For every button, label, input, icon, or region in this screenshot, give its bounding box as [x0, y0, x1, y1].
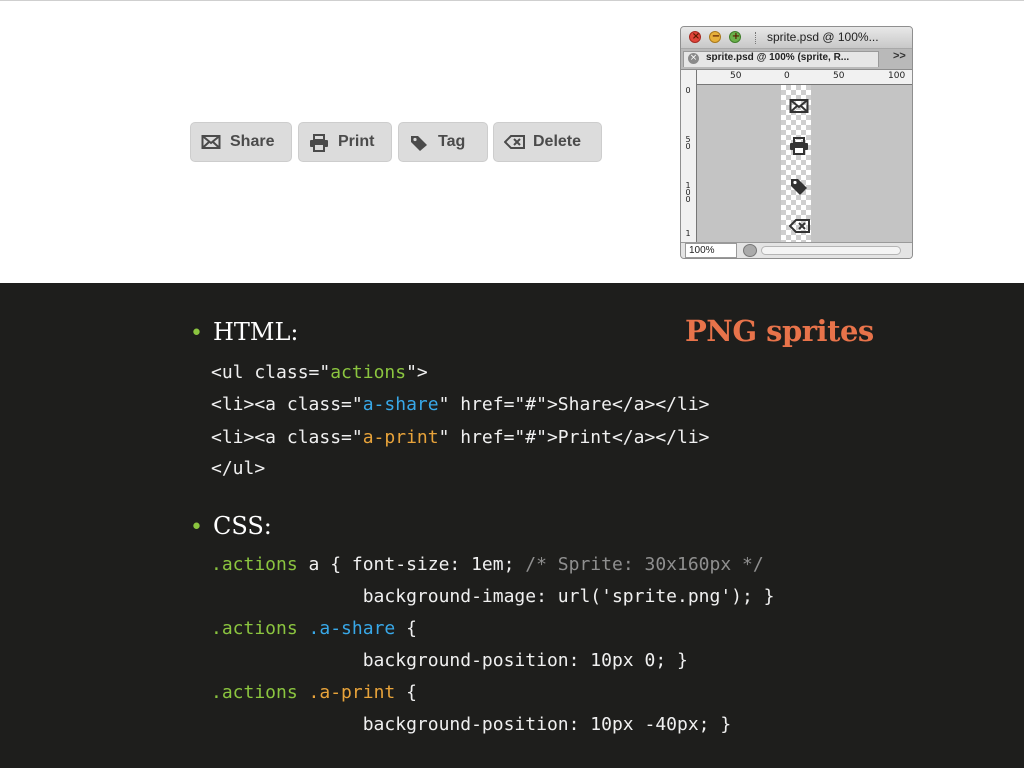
html-bullet: • HTML: — [190, 318, 299, 346]
slide-title: PNG sprites — [685, 314, 874, 348]
share-button[interactable]: Share — [190, 122, 292, 162]
minimize-window-button[interactable]: − — [709, 31, 721, 43]
vertical-ruler[interactable]: 0 50 100 1 — [681, 70, 697, 242]
plus-icon: + — [731, 31, 741, 42]
ruler-label: 0 — [784, 71, 790, 81]
print-button[interactable]: Print — [298, 122, 392, 162]
ruler-label: 100 — [888, 71, 906, 81]
printer-icon — [309, 134, 329, 152]
status-bar: 100% — [681, 242, 912, 258]
code-text: { — [395, 682, 417, 703]
css-heading: CSS: — [212, 512, 272, 540]
print-label: Print — [338, 133, 375, 150]
ruler-label: 1 — [685, 229, 691, 238]
envelope-icon — [789, 98, 809, 114]
ruler-label: 0 — [685, 86, 691, 95]
horizontal-scrollbar[interactable] — [761, 246, 901, 255]
code-text: " href="#">Print</a></li> — [438, 427, 710, 448]
bullet-dot: • — [190, 321, 203, 346]
html-code-line-2: <li><a class="a-share" href="#">Share</a… — [211, 394, 710, 416]
tag-button[interactable]: Tag — [398, 122, 488, 162]
css-code-line-4: background-position: 10px 0; } — [211, 650, 688, 671]
tag-icon — [789, 177, 809, 195]
tag-label: Tag — [438, 133, 466, 150]
tag-icon — [409, 134, 429, 151]
code-text: <ul class=" — [211, 362, 331, 383]
css-code-line-6: background-position: 10px -40px; } — [211, 714, 732, 735]
ruler-label: 50 — [833, 71, 845, 81]
css-code-line-5: .actions .a-print { — [211, 682, 417, 704]
status-menu-icon[interactable] — [743, 244, 757, 257]
delete-label: Delete — [533, 133, 582, 150]
code-comment: /* Sprite: 30x160px */ — [525, 554, 764, 575]
slide-area — [0, 283, 1024, 768]
document-canvas[interactable] — [697, 85, 912, 242]
code-class-name: a-share — [362, 394, 439, 415]
delete-button[interactable]: Delete — [493, 122, 602, 162]
ruler-label: 50 — [685, 135, 691, 151]
css-code-line-3: .actions .a-share { — [211, 618, 417, 640]
code-text: " href="#">Share</a></li> — [438, 394, 710, 415]
code-class-name: a-print — [362, 427, 439, 448]
css-code-line-2: background-image: url('sprite.png'); } — [211, 586, 775, 607]
html-code-line-3: <li><a class="a-print" href="#">Print</a… — [211, 427, 710, 449]
html-heading: HTML: — [212, 318, 299, 346]
window-titlebar[interactable]: × − + sprite.psd @ 100%... — [681, 27, 912, 49]
document-tab-bar: × sprite.psd @ 100% (sprite, R... >> — [681, 49, 912, 70]
code-selector: .actions — [211, 618, 298, 639]
sprite-image — [781, 85, 811, 242]
delete-icon — [504, 134, 525, 150]
envelope-icon — [201, 134, 221, 150]
code-class-name: actions — [330, 362, 407, 383]
close-window-button[interactable]: × — [689, 31, 701, 43]
demo-area: Share Print Tag Delete × − + sprite.psd … — [0, 0, 1024, 283]
code-text: <li><a class=" — [211, 394, 363, 415]
code-selector: .a-share — [308, 618, 396, 639]
code-selector: .actions — [211, 554, 298, 575]
code-text: "> — [406, 362, 428, 383]
drag-grip-icon — [755, 32, 758, 44]
html-code-line-1: <ul class="actions"> — [211, 362, 428, 384]
ruler-label: 100 — [685, 181, 691, 204]
document-tab[interactable]: × sprite.psd @ 100% (sprite, R... — [683, 51, 879, 67]
code-selector: .actions — [211, 682, 298, 703]
photoshop-window: × − + sprite.psd @ 100%... × sprite.psd … — [680, 26, 913, 259]
css-bullet: • CSS: — [190, 512, 272, 540]
ruler-label: 50 — [730, 71, 742, 81]
code-text: <li><a class=" — [211, 427, 363, 448]
code-text: { — [395, 618, 417, 639]
zoom-field[interactable]: 100% — [685, 243, 737, 258]
html-code-line-4: </ul> — [211, 458, 266, 479]
window-title: sprite.psd @ 100%... — [767, 30, 879, 44]
tab-overflow-button[interactable]: >> — [893, 50, 906, 62]
tab-label: sprite.psd @ 100% (sprite, R... — [706, 52, 850, 63]
zoom-window-button[interactable]: + — [729, 31, 741, 43]
printer-icon — [789, 137, 809, 155]
code-text: a { font-size: 1em; — [297, 554, 526, 575]
bullet-dot: • — [190, 515, 203, 540]
horizontal-ruler[interactable]: 50 0 50 100 — [697, 70, 912, 85]
tab-close-icon[interactable]: × — [688, 53, 699, 64]
delete-icon — [788, 218, 810, 234]
minimize-icon: − — [711, 31, 721, 42]
close-icon: × — [691, 31, 701, 42]
css-code-line-1: .actions a { font-size: 1em; /* Sprite: … — [211, 554, 764, 576]
code-selector: .a-print — [308, 682, 396, 703]
share-label: Share — [230, 133, 275, 150]
